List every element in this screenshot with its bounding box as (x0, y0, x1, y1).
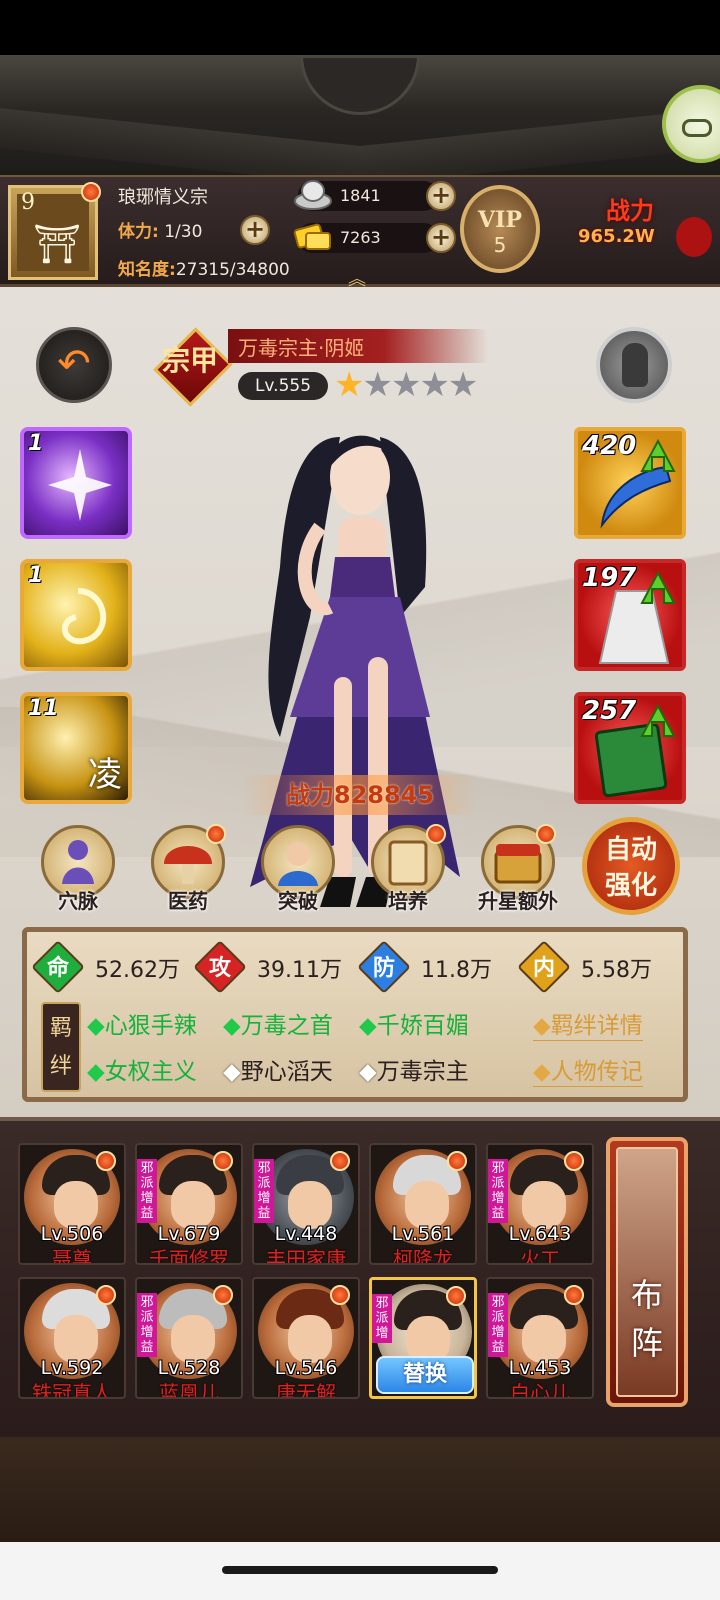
silver-counter: 1841 (294, 180, 438, 211)
evil-buff-tag: 邪派增益 (137, 1159, 157, 1223)
shuriken-icon (48, 449, 112, 521)
notification-dot (96, 1151, 116, 1171)
figure-icon (622, 343, 648, 387)
equipment-slot-weapon[interactable]: 420 (574, 427, 686, 539)
roster-hero[interactable]: Lv.561 柯降龙 (369, 1143, 477, 1265)
evil-buff-tag: 邪派增益 (254, 1159, 274, 1223)
hero-title-bar: 万毒宗主·阴姬 (228, 329, 488, 363)
roster-hero[interactable]: Lv.592 铁冠真人 (18, 1277, 126, 1399)
bonds-label: 羁绊 (41, 1002, 81, 1092)
role-switch-button[interactable] (596, 327, 672, 403)
notification-dot (564, 1151, 584, 1171)
skill-slot-3[interactable]: 11 凌 (20, 692, 132, 804)
add-gold-button[interactable]: + (426, 223, 456, 253)
hero-roster: Lv.506 聂尊 邪派增益 Lv.679 千面修罗 邪派增益 Lv.448 丰田家康… (0, 1117, 720, 1437)
notification-dot (330, 1285, 350, 1305)
bond-details-link[interactable]: 羁绊详情 (533, 1006, 643, 1041)
roster-hero[interactable]: 邪派增益 Lv.453 白心儿 (486, 1277, 594, 1399)
sect-name: 琅琊情义宗 (118, 187, 208, 208)
evil-buff-tag: 邪派增益 (488, 1293, 508, 1357)
upgrade-arrow-icon (640, 570, 676, 604)
home-gesture-handle[interactable] (222, 1566, 498, 1574)
skill-slot-2[interactable]: 1 (20, 559, 132, 671)
evil-buff-tag: 邪派增益 (488, 1159, 508, 1223)
notification-dot (536, 824, 556, 844)
notification-dot (81, 182, 101, 202)
pagoda-icon: ⛩ (33, 222, 82, 266)
sect-level: 9 (21, 190, 35, 215)
notification-dot (446, 1286, 466, 1306)
gold-ingot-icon (293, 223, 331, 250)
evil-buff-tag: 邪派增 (372, 1294, 392, 1343)
bond-active: 千娇百媚 (359, 1006, 469, 1040)
resource-bar: 9 ⛩ 琅琊情义宗 体力: 1/30 + 知名度:27315/34800 184… (0, 175, 720, 290)
breakthrough-button[interactable]: 突破 (250, 825, 346, 914)
roster-hero[interactable]: 邪派增益 Lv.448 丰田家康 (252, 1143, 360, 1265)
notification-dot (564, 1285, 584, 1305)
total-power: 战力 965.2W (578, 197, 655, 247)
roster-hero[interactable]: 邪派增益 Lv.679 千面修罗 (135, 1143, 243, 1265)
hero-detail-panel: ↶ 宗甲 万毒宗主·阴姬 Lv.555 ★★★★★ 1 1 11 凌 420 1… (0, 287, 720, 1117)
hero-power: 战力828845 (240, 775, 480, 815)
equipment-slot-book[interactable]: 257 (574, 692, 686, 804)
roster-hero[interactable]: Lv.546 唐无解 (252, 1277, 360, 1399)
notification-dot (330, 1151, 350, 1171)
bond-active: 女权主义 (87, 1052, 197, 1086)
gold-counter: 7263 (293, 223, 438, 253)
evil-buff-tag: 邪派增益 (137, 1293, 157, 1357)
sect-level-badge[interactable]: 9 ⛩ (8, 182, 101, 280)
status-bar (0, 0, 720, 55)
swap-button[interactable]: 替换 (376, 1356, 474, 1394)
stamina: 体力: 1/30 (118, 222, 203, 242)
roster-hero[interactable]: 邪派增益 Lv.643 火工 (486, 1143, 594, 1265)
bond-inactive: 万毒宗主 (359, 1052, 469, 1086)
fame: 知名度:27315/34800 (118, 260, 290, 280)
skill-slot-1[interactable]: 1 (20, 427, 132, 539)
rank-badge-text: 宗甲 (162, 344, 219, 377)
upgrade-arrow-icon (640, 438, 676, 472)
bond-active: 心狠手辣 (87, 1006, 197, 1040)
train-button[interactable]: 培养 (360, 824, 456, 914)
equipment-slot-armor[interactable]: 197 (574, 559, 686, 671)
star-extra-button[interactable]: 升星额外 (470, 824, 566, 914)
system-nav-bar (0, 1542, 720, 1600)
notification-dot (447, 1151, 467, 1171)
notification-dot (213, 1151, 233, 1171)
silver-ingot-icon (294, 180, 332, 210)
gamepad-icon (682, 119, 712, 137)
add-silver-button[interactable]: + (426, 181, 456, 211)
formation-button[interactable]: 布阵 (606, 1137, 688, 1407)
hero-level: Lv.555 (238, 372, 328, 400)
hero-title: 万毒宗主·阴姬 (238, 336, 365, 360)
bottom-decoration (0, 1437, 720, 1542)
notification-dot (206, 824, 226, 844)
bond-inactive: 野心滔天 (223, 1052, 333, 1086)
roster-hero-selected[interactable]: 邪派增 替换 (369, 1277, 477, 1399)
back-button[interactable]: ↶ (36, 327, 112, 403)
star-rating: ★★★★★ (334, 365, 478, 405)
add-stamina-button[interactable]: + (240, 215, 270, 245)
roster-hero[interactable]: 邪派增益 Lv.528 蓝凰儿 (135, 1277, 243, 1399)
notification-dot (96, 1285, 116, 1305)
roster-hero[interactable]: Lv.506 聂尊 (18, 1143, 126, 1265)
swirl-icon (62, 588, 107, 645)
medicine-button[interactable]: 医药 (140, 824, 236, 914)
meridian-button[interactable]: 穴脉 (30, 825, 126, 914)
notification-dot (426, 824, 446, 844)
vip-badge[interactable]: VIP 5 (460, 185, 540, 273)
roof-background (0, 55, 720, 175)
auto-enhance-button[interactable]: 自动 强化 (582, 817, 680, 915)
upgrade-arrow-icon (640, 703, 676, 737)
biography-link[interactable]: 人物传记 (533, 1052, 643, 1087)
notification-dot (213, 1285, 233, 1305)
bond-active: 万毒之首 (223, 1006, 333, 1040)
attribute-panel: 命52.62万 攻39.11万 防11.8万 内5.58万 羁绊 心狠手辣 万毒… (22, 927, 688, 1102)
